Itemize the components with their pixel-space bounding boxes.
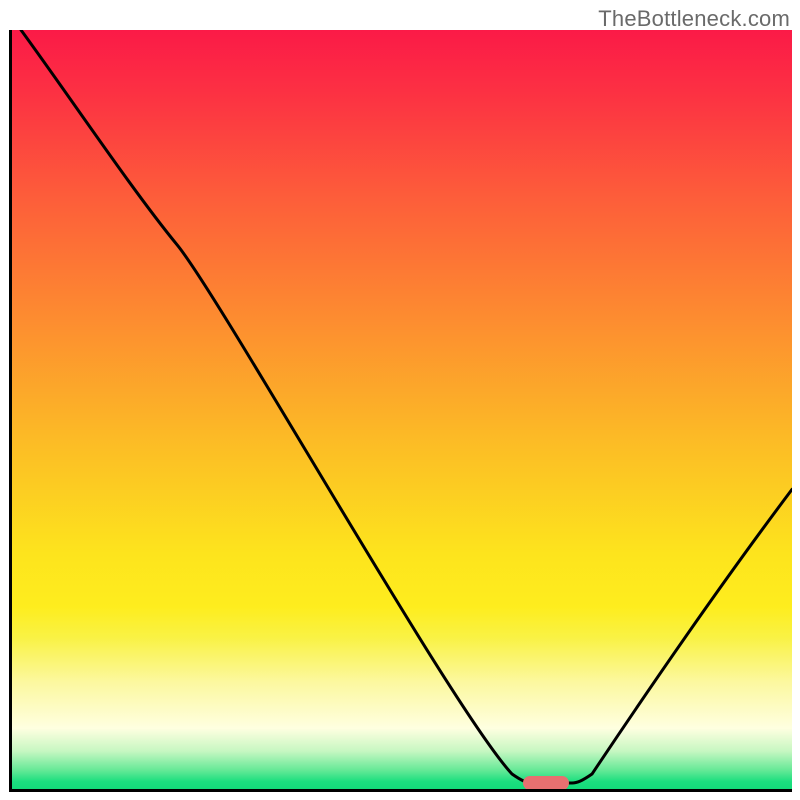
- bottleneck-curve: [12, 30, 792, 789]
- plot-area: [9, 30, 792, 792]
- watermark-text: TheBottleneck.com: [598, 6, 790, 32]
- chart-container: TheBottleneck.com: [0, 0, 800, 800]
- curve-path: [21, 30, 792, 783]
- optimal-marker: [523, 776, 569, 790]
